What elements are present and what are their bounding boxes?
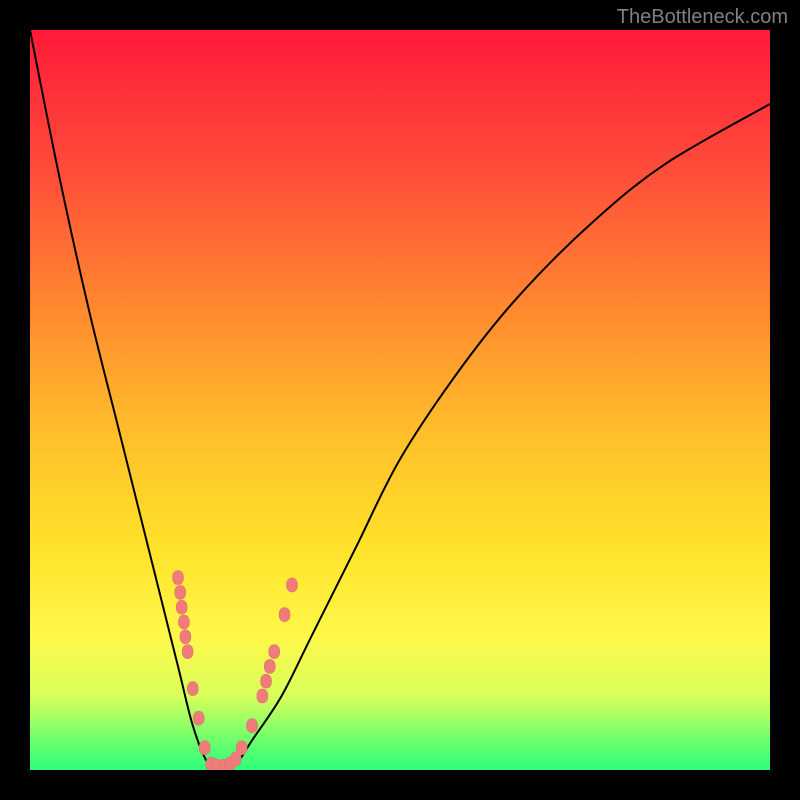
bead <box>269 645 280 659</box>
bead <box>182 645 193 659</box>
bead <box>175 585 186 599</box>
bead <box>193 711 204 725</box>
bead <box>180 630 191 644</box>
bead <box>173 571 184 585</box>
bead-cluster <box>173 571 298 770</box>
watermark-text: TheBottleneck.com <box>617 6 788 29</box>
bead <box>176 600 187 614</box>
bead <box>199 741 210 755</box>
bead <box>247 719 258 733</box>
bead <box>286 578 297 592</box>
bead <box>261 674 272 688</box>
bead <box>257 689 268 703</box>
bottleneck-curve <box>30 30 770 770</box>
bottleneck-plot <box>30 30 770 770</box>
bead <box>279 608 290 622</box>
bead <box>236 741 247 755</box>
chart-frame <box>30 30 770 770</box>
bead <box>187 682 198 696</box>
bead <box>264 659 275 673</box>
bead <box>178 615 189 629</box>
